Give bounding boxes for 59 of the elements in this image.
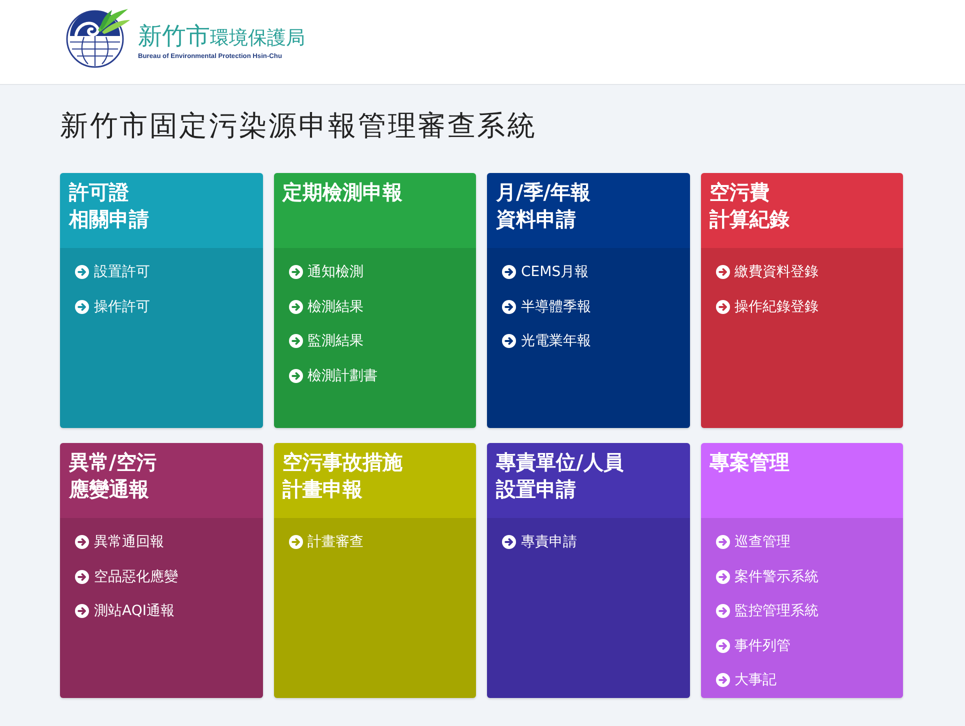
card-title: 專案管理 bbox=[710, 449, 790, 476]
menu-link[interactable]: 空品惡化應變 bbox=[75, 560, 178, 594]
menu-link[interactable]: 監測結果 bbox=[288, 324, 364, 358]
card-title: 計畫申報 bbox=[282, 476, 362, 503]
arrow-circle-icon bbox=[288, 265, 302, 280]
card-title: 定期檢測申報 bbox=[282, 179, 402, 206]
bureau-name: 環境保護局 bbox=[210, 26, 305, 50]
card-title: 設置申請 bbox=[496, 476, 576, 503]
arrow-circle-icon bbox=[75, 535, 89, 550]
menu-link[interactable]: 檢測計劃書 bbox=[288, 358, 378, 393]
card-title: 空污費 bbox=[710, 179, 770, 206]
menu-link[interactable]: 繳費資料登錄 bbox=[716, 255, 818, 290]
menu-link[interactable]: 通知檢測 bbox=[288, 255, 364, 290]
arrow-circle-icon bbox=[502, 265, 516, 280]
menu-link[interactable]: 異常通回報 bbox=[75, 525, 164, 560]
menu-link[interactable]: 設置許可 bbox=[75, 255, 150, 290]
menu-link[interactable]: CEMS月報 bbox=[502, 255, 589, 290]
arrow-circle-icon bbox=[716, 604, 730, 618]
arrow-circle-icon bbox=[288, 368, 302, 383]
arrow-circle-icon bbox=[502, 334, 516, 348]
arrow-circle-icon bbox=[716, 673, 730, 688]
menu-link[interactable]: 巡查管理 bbox=[716, 525, 790, 560]
menu-link[interactable]: 大事記 bbox=[716, 663, 776, 698]
card-title: 月/季/年報 bbox=[496, 179, 591, 206]
card-title: 許可證 bbox=[69, 179, 129, 206]
menu-link[interactable]: 光電業年報 bbox=[502, 324, 591, 358]
menu-link[interactable]: 操作許可 bbox=[75, 290, 150, 324]
arrow-circle-icon bbox=[716, 300, 730, 314]
arrow-circle-icon bbox=[75, 300, 89, 314]
card-title: 異常/空污 bbox=[69, 449, 156, 476]
arrow-circle-icon bbox=[75, 265, 89, 280]
menu-link[interactable]: 專責申請 bbox=[502, 525, 577, 560]
arrow-circle-icon bbox=[716, 535, 730, 550]
menu-link[interactable]: 事件列管 bbox=[716, 628, 790, 663]
arrow-circle-icon bbox=[716, 570, 730, 584]
arrow-circle-icon bbox=[75, 570, 89, 584]
menu-link[interactable]: 案件警示系統 bbox=[716, 560, 818, 594]
arrow-circle-icon bbox=[288, 535, 302, 550]
menu-link[interactable]: 監控管理系統 bbox=[716, 594, 818, 628]
arrow-circle-icon bbox=[716, 265, 730, 280]
card-title: 資料申請 bbox=[496, 206, 576, 233]
menu-link[interactable]: 測站AQI通報 bbox=[75, 594, 174, 628]
card-title: 專責單位/人員 bbox=[496, 449, 624, 476]
card-title: 空污事故措施 bbox=[282, 449, 402, 476]
arrow-circle-icon bbox=[75, 604, 89, 618]
card-title: 相關申請 bbox=[69, 206, 149, 233]
card-title: 應變通報 bbox=[69, 476, 149, 503]
arrow-circle-icon bbox=[716, 638, 730, 653]
menu-link[interactable]: 操作紀錄登錄 bbox=[716, 290, 818, 324]
card-title: 計算紀錄 bbox=[710, 206, 790, 233]
menu-link[interactable]: 半導體季報 bbox=[502, 290, 591, 324]
page-title: 新竹市固定污染源申報管理審查系統 bbox=[60, 109, 537, 143]
menu-link[interactable]: 計畫審查 bbox=[288, 525, 364, 560]
arrow-circle-icon bbox=[288, 334, 302, 348]
arrow-circle-icon bbox=[502, 300, 516, 314]
menu-link[interactable]: 檢測結果 bbox=[288, 290, 364, 324]
city-name: 新竹市 bbox=[138, 22, 210, 50]
arrow-circle-icon bbox=[502, 535, 516, 550]
arrow-circle-icon bbox=[288, 300, 302, 314]
